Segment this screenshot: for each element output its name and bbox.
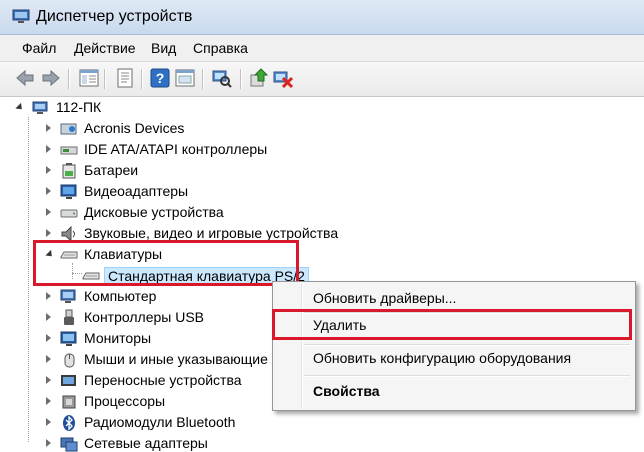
- menu-properties[interactable]: Свойства: [313, 383, 380, 399]
- tree-item[interactable]: Компьютер: [8, 287, 258, 307]
- svg-text:?: ?: [156, 70, 165, 86]
- tree-item-label: Мыши и иные указывающие: [84, 351, 268, 367]
- tree-item-label: Сетевые адаптеры: [84, 435, 208, 451]
- tree-item-label: Звуковые, видео и игровые устройства: [84, 225, 339, 241]
- menu-bar: Файл Действие Вид Справка: [0, 35, 644, 62]
- expand-arrow[interactable]: [46, 145, 51, 153]
- expand-arrow[interactable]: [46, 418, 51, 426]
- tree-item[interactable]: Радиомодули Bluetooth: [8, 413, 258, 433]
- expand-arrow[interactable]: [46, 208, 51, 216]
- network-adapter-icon: [60, 437, 78, 452]
- disk-drive-icon: [60, 209, 78, 218]
- monitor-icon: [60, 331, 77, 346]
- tree-item-label: IDE ATA/ATAPI контроллеры: [84, 141, 268, 157]
- toolbar-separator: [141, 69, 143, 89]
- tree-item-label: Контроллеры USB: [84, 309, 204, 325]
- toolbar: ?: [0, 62, 644, 97]
- tree-item[interactable]: IDE ATA/ATAPI контроллеры: [8, 140, 308, 160]
- toolbar-separator: [240, 69, 242, 89]
- tree-item[interactable]: Сетевые адаптеры: [8, 434, 258, 452]
- title-bar: Диспетчер устройств: [0, 0, 644, 35]
- highlight-box-keyboards: [33, 240, 299, 286]
- tree-item[interactable]: Дисковые устройства: [8, 203, 308, 223]
- tree-item[interactable]: Мыши и иные указывающие: [8, 350, 270, 370]
- toolbar-separator: [202, 69, 204, 89]
- tree-item-label: Батареи: [84, 162, 139, 178]
- tree-root[interactable]: 112-ПК: [8, 98, 208, 118]
- expand-arrow-open[interactable]: [15, 102, 25, 113]
- computer-icon: [60, 289, 76, 303]
- menu-action[interactable]: Действие: [74, 40, 136, 56]
- highlight-box-uninstall: [272, 309, 632, 340]
- bluetooth-icon: [63, 415, 75, 431]
- expand-arrow[interactable]: [46, 334, 51, 342]
- expand-arrow[interactable]: [46, 355, 51, 363]
- tree-item-label: Мониторы: [84, 330, 152, 346]
- expand-arrow[interactable]: [46, 313, 51, 321]
- scan-hardware-icon[interactable]: [211, 67, 233, 89]
- expand-arrow[interactable]: [46, 166, 51, 174]
- tree-root-label: 112-ПК: [56, 99, 102, 115]
- tree-item[interactable]: Видеоадаптеры: [8, 182, 308, 202]
- tree-item[interactable]: Переносные устройства: [8, 371, 258, 391]
- mouse-icon: [64, 353, 75, 368]
- tree-item-label: Компьютер: [84, 288, 157, 304]
- tree-item-label: Дисковые устройства: [84, 204, 224, 220]
- expand-arrow[interactable]: [46, 187, 51, 195]
- tree-item[interactable]: Acronis Devices: [8, 119, 308, 139]
- menu-file[interactable]: Файл: [22, 40, 56, 56]
- back-icon[interactable]: [14, 67, 36, 89]
- toolbar-separator: [104, 69, 106, 89]
- properties-icon[interactable]: [114, 67, 136, 89]
- tree-item-label: Переносные устройства: [84, 372, 242, 388]
- display-adapter-icon: [60, 184, 77, 199]
- expand-arrow[interactable]: [46, 376, 51, 384]
- expand-arrow[interactable]: [46, 229, 51, 237]
- expand-arrow[interactable]: [46, 124, 51, 132]
- window-title: Диспетчер устройств: [36, 8, 193, 25]
- context-menu-separator: [304, 344, 630, 346]
- usb-icon: [64, 309, 74, 325]
- device-manager-window: Диспетчер устройств Файл Действие Вид Сп…: [0, 0, 644, 452]
- portable-device-icon: [61, 375, 76, 386]
- tree-item-label: Видеоадаптеры: [84, 183, 189, 199]
- show-hide-tree-icon[interactable]: [78, 67, 100, 89]
- processor-icon: [62, 395, 76, 409]
- tree-item[interactable]: Батареи: [8, 161, 308, 181]
- ide-controller-icon: [60, 146, 78, 155]
- computer-icon: [32, 101, 48, 114]
- context-menu-gutter: [301, 284, 303, 408]
- menu-update-drivers[interactable]: Обновить драйверы...: [313, 290, 456, 306]
- help-icon[interactable]: ?: [149, 67, 171, 89]
- uninstall-icon[interactable]: [272, 67, 294, 89]
- context-menu: Обновить драйверы... Удалить Обновить ко…: [272, 281, 636, 411]
- expand-arrow[interactable]: [46, 397, 51, 405]
- tree-item[interactable]: Мониторы: [8, 329, 258, 349]
- tree-item[interactable]: Процессоры: [8, 392, 258, 412]
- battery-icon: [62, 163, 76, 179]
- tree-item-label: Радиомодули Bluetooth: [84, 414, 236, 430]
- acronis-device-icon: [60, 123, 77, 135]
- context-menu-separator: [304, 375, 630, 377]
- tree-item[interactable]: Контроллеры USB: [8, 308, 258, 328]
- view-icon[interactable]: [174, 67, 196, 89]
- device-manager-icon: [12, 9, 30, 23]
- menu-scan-hardware-changes[interactable]: Обновить конфигурацию оборудования: [313, 350, 571, 366]
- forward-icon[interactable]: [40, 67, 62, 89]
- tree-item-label: Процессоры: [84, 393, 166, 409]
- toolbar-separator: [68, 69, 70, 89]
- tree-item-label: Acronis Devices: [84, 120, 185, 136]
- update-driver-icon[interactable]: [248, 67, 270, 89]
- expand-arrow[interactable]: [46, 439, 51, 447]
- menu-view[interactable]: Вид: [151, 40, 176, 56]
- expand-arrow[interactable]: [46, 292, 51, 300]
- menu-help[interactable]: Справка: [193, 40, 248, 56]
